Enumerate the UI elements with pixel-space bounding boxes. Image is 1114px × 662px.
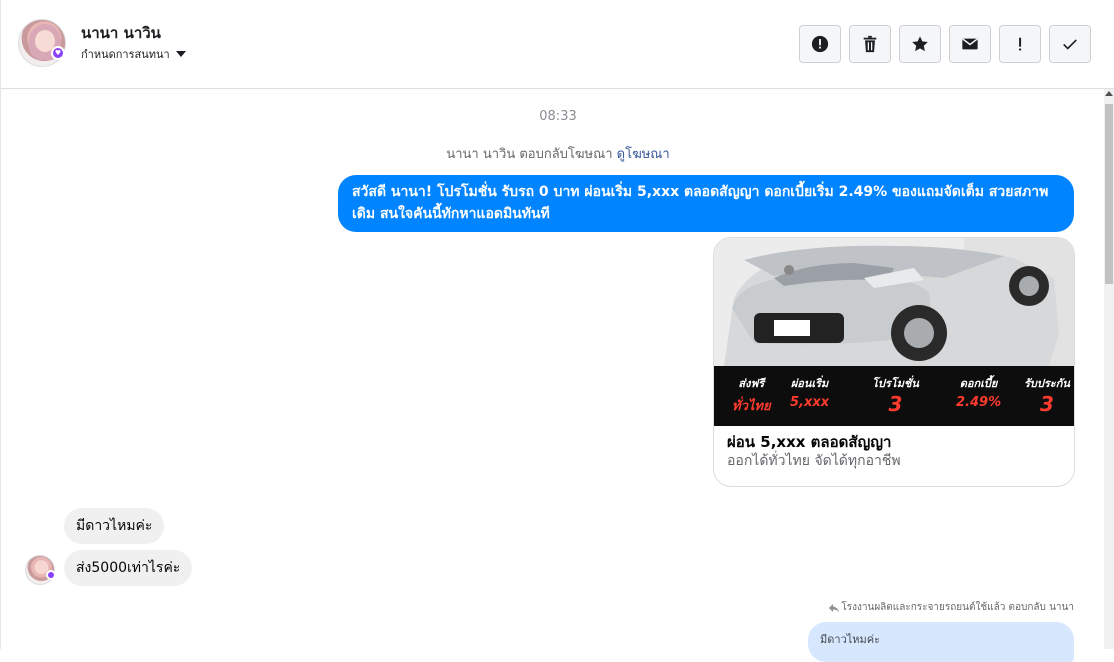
ad-reply-notice: นานา นาวิน ตอบกลับโฆษณา ดูโฆษณา [1,143,1114,164]
incoming-message: ส่ง5000เท่าไรค่ะ [64,550,193,586]
toolbar [799,25,1091,63]
banner-value: 3 [888,392,903,416]
ad-card[interactable]: ส่งฟรี ทั่วไทย ผ่อนเริ่ม 5,xxx โปรโมชั่น… [713,237,1075,487]
conversation-label-text: กำหนดการสนทนา [81,48,170,61]
banner-value: ทั่วไทย [732,399,771,414]
incoming-message: มีดาวไหมค่ะ [64,508,165,544]
delete-button[interactable] [849,25,891,63]
banner-label: ผ่อนเริ่ม [790,377,829,390]
banner-label: ส่งฟรี [738,377,765,390]
follow-up-button[interactable] [999,25,1041,63]
mark-spam-button[interactable] [799,25,841,63]
banner-label: ดอกเบี้ย [959,377,998,390]
scrollbar-thumb[interactable] [1105,104,1113,284]
banner-item: ผ่อนเริ่ม 5,xxx [790,374,829,410]
conversation-label-dropdown[interactable]: กำหนดการสนทนา [81,45,186,63]
banner-label: โปรโมชั่น [872,377,919,390]
mark-unread-button[interactable] [949,25,991,63]
ad-card-subtitle: ออกได้ทั่วไทย จัดได้ทุกอาชีพ [727,453,901,469]
banner-value: 3 [1039,392,1054,416]
messenger-badge-icon: ♥ [51,46,65,60]
scroll-up-arrow-icon[interactable] [1105,91,1113,96]
view-ad-link[interactable]: ดูโฆษณา [617,147,670,162]
envelope-icon [962,38,978,50]
reply-note-text: โรงงานผลิตและกระจายรถยนต์ใช้แล้ว ตอบกลับ… [841,602,1074,613]
message-timestamp: 08:33 [539,109,577,124]
star-button[interactable] [899,25,941,63]
reply-note: โรงงานผลิตและกระจายรถยนต์ใช้แล้ว ตอบกลับ… [829,600,1074,615]
alert-circle-icon [811,35,829,53]
check-icon [1063,39,1077,50]
mark-done-button[interactable] [1049,25,1091,63]
banner-item: รับประกัน 3 [1024,374,1070,416]
reply-arrow-icon [829,603,840,612]
chat-window: ♥ นานา นาวิน กำหนดการสนทนา 08:33 นานา นา… [0,0,1114,662]
exclamation-icon [1019,37,1022,51]
banner-value: 5,xxx [790,395,830,410]
banner-value: 2.49% [956,395,1002,410]
ad-reply-text: นานา นาวิน ตอบกลับโฆษณา [446,147,613,162]
promo-banner: ส่งฟรี ทั่วไทย ผ่อนเริ่ม 5,xxx โปรโมชั่น… [714,366,1074,426]
contact-name[interactable]: นานา นาวิน [81,21,161,45]
outgoing-message: สวัสดี นานา! โปรโมชั่น รับรถ 0 บาท ผ่อนเ… [338,175,1074,232]
banner-label: รับประกัน [1024,377,1070,390]
banner-item: ดอกเบี้ย 2.49% [956,374,1001,410]
trash-icon [863,35,877,53]
messenger-badge-icon [46,570,56,580]
star-icon [912,36,928,52]
caret-down-icon [175,51,186,57]
banner-item: โปรโมชั่น 3 [872,374,919,416]
conversation-header: ♥ นานา นาวิน กำหนดการสนทนา [1,0,1114,89]
banner-item: ส่งฟรี ทั่วไทย [732,374,771,416]
quoted-message: มีดาวไหมค่ะ [808,622,1074,662]
car-ad-image: ส่งฟรี ทั่วไทย ผ่อนเริ่ม 5,xxx โปรโมชั่น… [714,238,1074,426]
